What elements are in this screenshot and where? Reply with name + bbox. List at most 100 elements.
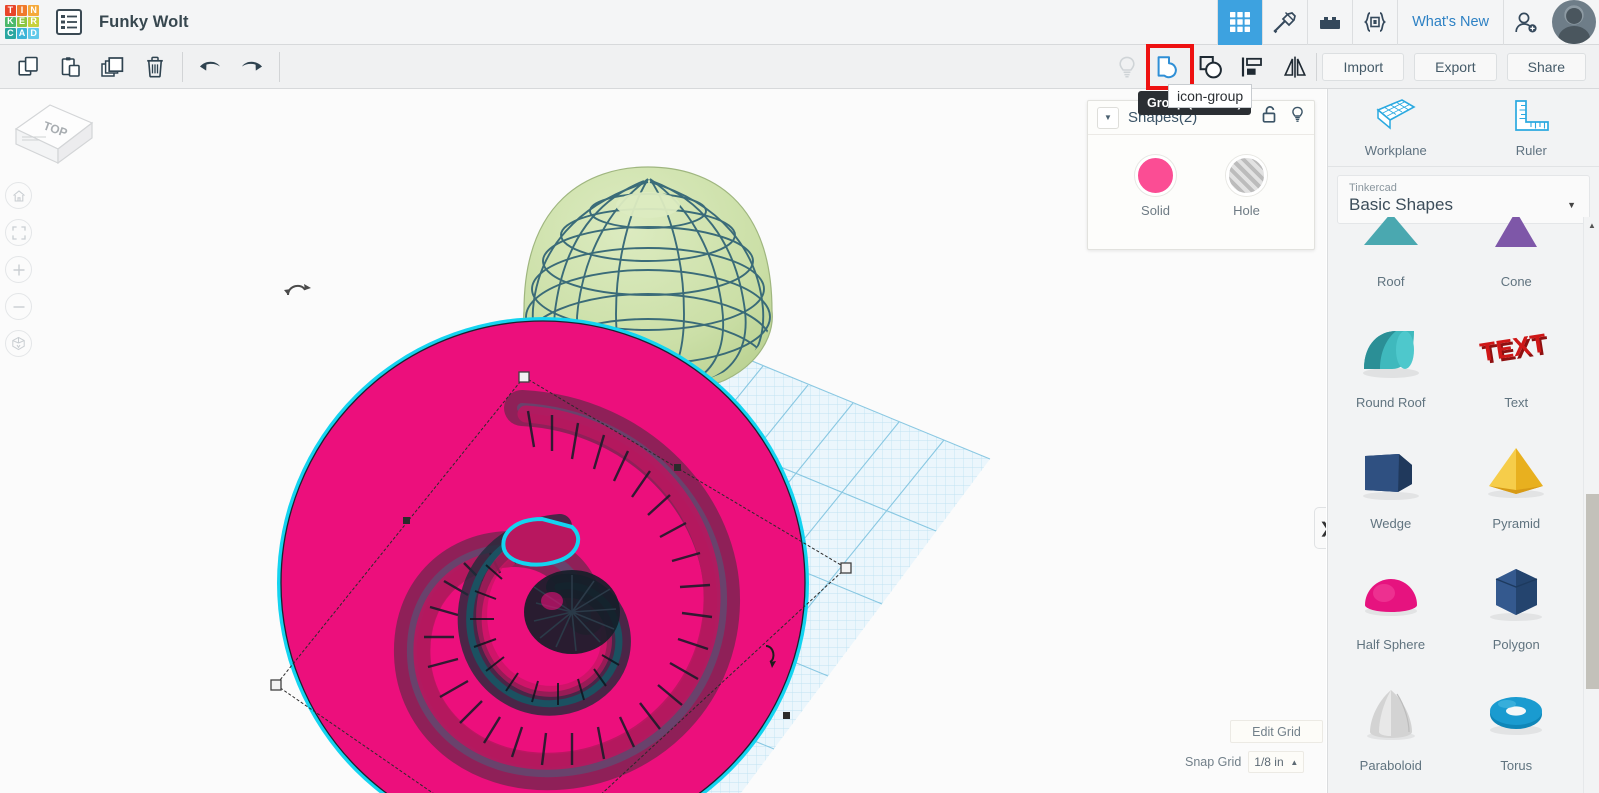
copy-icon[interactable] — [8, 46, 50, 88]
toolbar-divider — [182, 51, 183, 82]
shape-text-thumb: TEXT TEXT — [1476, 307, 1556, 395]
shape-polygon-label: Polygon — [1492, 637, 1540, 652]
shape-paraboloid[interactable]: Paraboloid — [1328, 655, 1454, 776]
hole-label: Hole — [1233, 203, 1260, 218]
shape-polygon[interactable]: Polygon — [1454, 534, 1580, 655]
shape-pyramid[interactable]: Pyramid — [1454, 413, 1580, 534]
shape-wedge[interactable]: Wedge — [1328, 413, 1454, 534]
zoom-in-icon[interactable] — [5, 256, 32, 283]
sidebar-tools: Workplane Ruler — [1328, 89, 1599, 167]
zoom-out-icon[interactable] — [5, 293, 32, 320]
shape-torus-label: Torus — [1500, 758, 1533, 773]
toolbar-divider-2 — [279, 51, 280, 82]
tinkercad-logo[interactable]: TIN KER CAD — [5, 5, 39, 39]
shape-cone[interactable]: Cone — [1454, 217, 1580, 292]
hole-option[interactable]: Hole — [1226, 155, 1267, 218]
workplane-label: Workplane — [1364, 142, 1427, 158]
align-icon[interactable] — [1232, 46, 1274, 88]
undo-arrow-icon[interactable] — [189, 46, 231, 88]
toolbar-divider-3 — [1316, 52, 1318, 81]
shape-polygon-thumb — [1477, 549, 1555, 637]
solid-swatch[interactable] — [1135, 155, 1176, 196]
library-vendor: Tinkercad — [1349, 182, 1397, 194]
duplicate-icon[interactable] — [92, 46, 134, 88]
caret-up-icon[interactable]: ▲ — [1290, 758, 1298, 767]
unlock-icon[interactable] — [1262, 106, 1277, 129]
home-view-icon[interactable] — [5, 182, 32, 209]
edit-toolbar: Import Export Share — [0, 45, 1599, 89]
delete-trash-icon[interactable] — [134, 46, 176, 88]
shape-wedge-thumb — [1352, 428, 1430, 516]
lightbulb-icon[interactable] — [1106, 46, 1148, 88]
shape-wedge-label: Wedge — [1370, 516, 1412, 531]
ruler-tool[interactable]: Ruler — [1464, 89, 1599, 166]
fit-to-view-icon[interactable] — [5, 219, 32, 246]
shape-round-roof[interactable]: Round Roof — [1328, 292, 1454, 413]
logo-tile-c-6: C — [5, 28, 16, 39]
lightbulb-icon[interactable] — [1290, 106, 1305, 129]
whats-new-link[interactable]: What's New — [1397, 0, 1503, 45]
shapes-panel-icons — [1262, 106, 1305, 129]
canvas-nav-buttons — [5, 182, 32, 367]
project-title[interactable]: Funky Wolt — [99, 13, 189, 32]
ruler-label: Ruler — [1515, 142, 1547, 158]
shape-pyramid-thumb — [1477, 428, 1555, 516]
sidebar-scrollbar[interactable]: ▲ ▼ — [1583, 217, 1599, 793]
shapes-scroll-area[interactable]: Roof Cone Round Roof TEXT TEXT Text Wedg… — [1328, 217, 1599, 793]
app-header: TINKERCAD Funky Wolt What's New — [0, 0, 1599, 45]
logo-tile-k-3: K — [5, 16, 16, 28]
mirror-flip-icon[interactable] — [1274, 46, 1316, 88]
shape-roof[interactable]: Roof — [1328, 217, 1454, 292]
list-menu-icon[interactable] — [56, 9, 82, 35]
view-cube[interactable]: TOP — [8, 97, 98, 177]
ungroup-icon[interactable] — [1190, 46, 1232, 88]
solid-option[interactable]: Solid — [1135, 155, 1176, 218]
share-button[interactable]: Share — [1506, 52, 1586, 81]
shape-tube[interactable]: Tube — [1328, 776, 1454, 793]
paste-icon[interactable] — [50, 46, 92, 88]
shape-text[interactable]: TEXT TEXT Text — [1454, 292, 1580, 413]
caret-down-icon[interactable]: ▼ — [1097, 106, 1119, 129]
shape-torus[interactable]: Torus — [1454, 655, 1580, 776]
user-avatar[interactable] — [1552, 0, 1596, 44]
library-name: Basic Shapes — [1349, 195, 1453, 214]
add-person-icon[interactable] — [1503, 0, 1548, 45]
chevron-down-icon[interactable]: ▼ — [1567, 200, 1576, 210]
ortho-perspective-icon[interactable] — [5, 330, 32, 357]
snap-grid-row: Snap Grid 1/8 in ▲ — [1185, 751, 1323, 773]
shape-round-roof-thumb — [1352, 307, 1430, 395]
logo-tile-i-1: I — [16, 5, 28, 16]
hammer-tools-icon[interactable] — [1262, 0, 1307, 45]
snap-grid-value: 1/8 in — [1254, 755, 1284, 769]
shape-half-sphere-thumb — [1352, 549, 1430, 637]
edit-grid-button[interactable]: Edit Grid — [1230, 720, 1323, 743]
shape-heart[interactable]: Heart — [1454, 776, 1580, 793]
export-button[interactable]: Export — [1414, 52, 1497, 81]
redo-arrow-icon[interactable] — [231, 46, 273, 88]
grid-controls: Edit Grid Snap Grid 1/8 in ▲ — [1185, 720, 1323, 773]
codeblocks-icon[interactable] — [1352, 0, 1397, 45]
shape-half-sphere-label: Half Sphere — [1356, 637, 1426, 652]
shape-cone-label: Cone — [1500, 274, 1532, 289]
hole-swatch[interactable] — [1226, 155, 1267, 196]
snap-grid-label: Snap Grid — [1185, 755, 1242, 769]
grid-apps-icon[interactable] — [1217, 0, 1263, 45]
scroll-up-arrow[interactable]: ▲ — [1584, 217, 1599, 233]
shape-paraboloid-thumb — [1352, 670, 1430, 758]
shapes-sidebar: Workplane Ruler Tinkercad Basic Shapes ▼ — [1327, 89, 1599, 793]
shape-cone-thumb — [1479, 217, 1553, 274]
snap-grid-select[interactable]: 1/8 in ▲ — [1248, 751, 1305, 773]
panel-collapse-handle[interactable]: ❯ — [1314, 507, 1326, 549]
blocks-icon[interactable] — [1307, 0, 1352, 45]
shape-half-sphere[interactable]: Half Sphere — [1328, 534, 1454, 655]
scrollbar-thumb[interactable] — [1586, 494, 1599, 689]
import-button[interactable]: Import — [1322, 52, 1405, 81]
workplane-tool[interactable]: Workplane — [1328, 89, 1464, 166]
group-icon[interactable] — [1148, 46, 1190, 88]
toolbar-right-group: Import Export Share — [1106, 45, 1599, 89]
icon-group-label: icon-group — [1168, 84, 1253, 108]
logo-tile-d-8: D — [28, 28, 39, 39]
shape-paraboloid-label: Paraboloid — [1359, 758, 1422, 773]
logo-tile-a-7: A — [16, 28, 28, 39]
header-right-group: What's New — [1217, 0, 1599, 45]
